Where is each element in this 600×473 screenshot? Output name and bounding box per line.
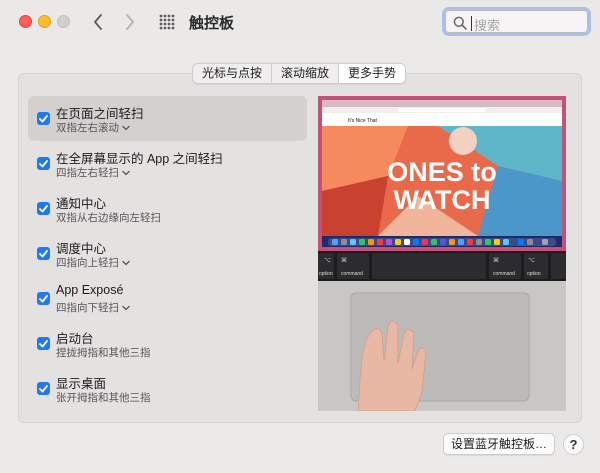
- tab-scroll-and-zoom[interactable]: 滚动缩放: [272, 64, 340, 83]
- preview-artwork: It's Nice That ONES to WATCH: [318, 96, 566, 251]
- search-placeholder: 搜索: [474, 18, 501, 33]
- checkbox[interactable]: [37, 202, 50, 215]
- key-option-right-label: option: [527, 271, 541, 277]
- gesture-subtitle: 双指从右边缘向左轻扫: [56, 212, 161, 224]
- checkmark-icon: [39, 384, 48, 392]
- gesture-title: App Exposé: [56, 283, 124, 297]
- gesture-subtitle: 张开拇指和其他三指: [56, 392, 151, 404]
- gesture-item-mission-control[interactable]: 调度中心 四指向上轻扫: [28, 231, 307, 276]
- checkbox[interactable]: [37, 157, 50, 170]
- search-icon: [453, 16, 467, 30]
- checkmark-icon: [39, 114, 48, 122]
- show-all-grid-icon[interactable]: [159, 14, 175, 30]
- tab-point-and-click[interactable]: 光标与点按: [193, 64, 273, 83]
- checkmark-icon: [39, 249, 48, 257]
- key-command-right-label: command: [493, 271, 515, 277]
- gesture-item-swipe-between-pages[interactable]: 在页面之间轻扫 双指左右滚动: [28, 96, 307, 141]
- chevron-left-icon: [94, 14, 102, 30]
- window-title: 触控板: [189, 15, 235, 32]
- gesture-option-dropdown[interactable]: 双指左右滚动: [56, 120, 130, 135]
- tab-bar: 光标与点按 滚动缩放 更多手势: [192, 63, 407, 84]
- tab-more-gestures[interactable]: 更多手势: [339, 64, 406, 83]
- gesture-subtitle: 捏拢拇指和其他三指: [56, 347, 151, 359]
- chevron-down-icon: [122, 261, 130, 266]
- checkbox[interactable]: [37, 337, 50, 350]
- gesture-item-show-desktop[interactable]: 显示桌面 张开拇指和其他三指: [28, 366, 307, 411]
- checkmark-icon: [39, 294, 48, 302]
- gesture-item-launchpad[interactable]: 启动台 捏拢拇指和其他三指: [28, 321, 307, 366]
- preview-trackpad-deck: [318, 281, 566, 411]
- search-field[interactable]: 搜索: [442, 7, 591, 36]
- text-caret: [471, 16, 472, 31]
- gesture-item-app-expose[interactable]: App Exposé 四指向下轻扫: [28, 276, 307, 321]
- gesture-list: 在页面之间轻扫 双指左右滚动 在全屏幕显示的 App 之间轻扫 四指左右轻扫 通…: [28, 96, 307, 411]
- gesture-option-dropdown[interactable]: 四指左右轻扫: [56, 165, 130, 180]
- checkmark-icon: [39, 204, 48, 212]
- checkmark-icon: [39, 339, 48, 347]
- gesture-subtitle: 四指左右轻扫: [56, 167, 119, 179]
- key-option-left-symbol: ⌥: [324, 257, 331, 264]
- preview-screen: It's Nice That ONES to WATCH: [318, 96, 566, 251]
- preview-headline-line2: WATCH: [394, 185, 491, 215]
- gesture-item-swipe-between-fullscreen-apps[interactable]: 在全屏幕显示的 App 之间轻扫 四指左右轻扫: [28, 141, 307, 186]
- gesture-subtitle: 四指向上轻扫: [56, 257, 119, 269]
- chevron-right-icon: [126, 14, 134, 30]
- back-button[interactable]: [88, 10, 108, 34]
- gesture-option-dropdown[interactable]: 四指向下轻扫: [56, 300, 130, 315]
- key-command-left-symbol: ⌘: [341, 257, 347, 264]
- forward-button[interactable]: [120, 10, 140, 34]
- zoom-button[interactable]: [57, 15, 70, 28]
- checkbox[interactable]: [37, 292, 50, 305]
- gesture-subtitle: 四指向下轻扫: [56, 302, 119, 314]
- checkbox[interactable]: [37, 247, 50, 260]
- preview-headline-line1: ONES to: [387, 157, 497, 187]
- key-command-left-label: command: [341, 271, 363, 277]
- chevron-down-icon: [122, 126, 130, 131]
- key-option-left-label: option: [319, 271, 333, 277]
- gesture-item-notification-center[interactable]: 通知中心 双指从右边缘向左轻扫: [28, 186, 307, 231]
- gesture-subtitle: 双指左右滚动: [56, 122, 119, 134]
- site-name: It's Nice That: [348, 118, 378, 124]
- help-button[interactable]: ?: [563, 434, 584, 455]
- checkbox[interactable]: [37, 382, 50, 395]
- title-bar: 触控板 搜索: [0, 0, 600, 44]
- gesture-option-dropdown[interactable]: 四指向上轻扫: [56, 255, 130, 270]
- minimize-button[interactable]: [38, 15, 51, 28]
- chevron-down-icon: [122, 306, 130, 311]
- key-option-right-symbol: ⌥: [528, 257, 535, 264]
- preview-keyboard: ⌥ option ⌘ command ⌘ command ⌥ option: [318, 251, 566, 281]
- gesture-preview-video: It's Nice That ONES to WATCH ⌥ option ⌘ …: [318, 96, 566, 411]
- checkbox[interactable]: [37, 112, 50, 125]
- checkmark-icon: [39, 159, 48, 167]
- close-button[interactable]: [19, 15, 32, 28]
- setup-bluetooth-trackpad-button[interactable]: 设置蓝牙触控板…: [443, 433, 555, 455]
- chevron-down-icon: [122, 171, 130, 176]
- key-command-right-symbol: ⌘: [493, 257, 499, 264]
